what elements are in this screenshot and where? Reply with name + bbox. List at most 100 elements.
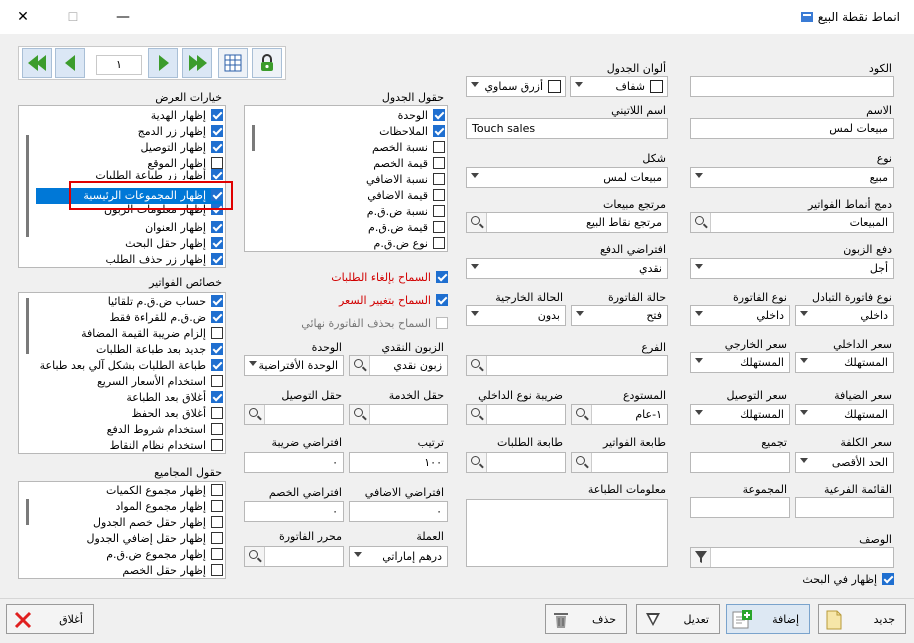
int-price-select[interactable]: المستهلك: [795, 352, 894, 373]
scrollbar[interactable]: [246, 107, 262, 250]
list-item[interactable]: إلزام ضريبة القيمة المضافة: [81, 326, 223, 342]
ext-state-select[interactable]: بدون: [466, 305, 566, 326]
type-select[interactable]: مبيع: [690, 167, 894, 188]
cash-customer-lookup[interactable]: زبون نقدي: [349, 355, 448, 376]
shape-select[interactable]: مبيعات لمس: [466, 167, 668, 188]
change-price-checkbox[interactable]: [436, 294, 448, 306]
warehouse-lookup[interactable]: ١-عام: [571, 404, 668, 425]
page-number[interactable]: ١: [96, 55, 142, 75]
delete-final-checkbox[interactable]: [436, 317, 448, 329]
restore-icon[interactable]: ☐: [62, 6, 84, 28]
grid-view-button[interactable]: [218, 48, 248, 78]
print-info-textarea[interactable]: [466, 499, 668, 567]
cancel-orders-checkbox[interactable]: [436, 271, 448, 283]
new-button[interactable]: جديد: [818, 604, 906, 634]
list-item[interactable]: نسبة ض.ق.م: [367, 204, 445, 220]
merge-lookup[interactable]: المبيعات: [690, 212, 894, 233]
list-item[interactable]: ض.ق.م للقراءة فقط: [109, 310, 223, 326]
edit-button[interactable]: تعديل: [636, 604, 720, 634]
list-item[interactable]: إظهار مجموع المواد: [115, 499, 223, 515]
order-printer-lookup[interactable]: [466, 452, 566, 473]
list-item[interactable]: إظهار حقل إضافي الجدول: [87, 531, 223, 547]
currency-select[interactable]: درهم إماراتي: [349, 546, 448, 567]
inv-printer-lookup[interactable]: [571, 452, 668, 473]
inv-state-select[interactable]: فتح: [571, 305, 668, 326]
close-button[interactable]: أغلاق: [6, 604, 94, 634]
delete-button[interactable]: حذف: [545, 604, 627, 634]
search-icon: [471, 216, 480, 225]
def-discount-input[interactable]: ٠: [244, 501, 344, 522]
def-tax-input[interactable]: ٠: [244, 452, 344, 473]
list-item[interactable]: قيمة الخصم: [373, 156, 445, 172]
desc-input[interactable]: [690, 547, 894, 568]
next-record-button[interactable]: [148, 48, 178, 78]
list-item[interactable]: استخدام الأسعار السريع: [97, 374, 223, 390]
close-icon[interactable]: ✕: [12, 6, 34, 28]
sales-ref-lookup[interactable]: مرتجع نقاط البيع: [466, 212, 668, 233]
color1-select[interactable]: شفاف: [570, 76, 668, 97]
delivery-field-lookup[interactable]: [244, 404, 344, 425]
list-item[interactable]: طباعة الطلبات بشكل آلي بعد طباعة الفاتور…: [37, 358, 223, 374]
scrollbar[interactable]: [20, 483, 36, 577]
delete-final-option[interactable]: السماح بحذف الفاتورة نهائي: [301, 317, 448, 330]
list-item[interactable]: إظهار التوصيل: [141, 140, 223, 156]
group-input[interactable]: [690, 452, 790, 473]
list-item[interactable]: قيمة الاضافي: [367, 188, 445, 204]
list-item[interactable]: نوع ض.ق.م: [374, 236, 445, 252]
lock-button[interactable]: [252, 48, 282, 78]
list-item[interactable]: إظهار حقل الخصم: [122, 563, 223, 579]
collection-input[interactable]: [690, 497, 790, 518]
code-input[interactable]: [690, 76, 894, 97]
deliv-price-select[interactable]: المستهلك: [690, 404, 790, 425]
def-extra-input[interactable]: ٠: [349, 501, 448, 522]
show-search-checkbox[interactable]: [882, 573, 894, 585]
show-search-option[interactable]: إظهار في البحث: [802, 573, 894, 586]
list-item[interactable]: الوحدة: [398, 108, 445, 124]
list-item[interactable]: أغلاق بعد الحفظ: [131, 406, 223, 422]
inv-type-select[interactable]: داخلي: [690, 305, 790, 326]
default-pay-select[interactable]: نقدي: [466, 258, 668, 279]
color2-select[interactable]: أزرق سماوي: [466, 76, 566, 97]
sub-list-input[interactable]: [795, 497, 894, 518]
list-item[interactable]: إظهار مجموع ض.ق.م: [106, 547, 223, 563]
last-record-button[interactable]: [182, 48, 212, 78]
minimize-icon[interactable]: —: [112, 6, 134, 28]
scrollbar[interactable]: [20, 107, 36, 266]
scrollbar[interactable]: [20, 294, 36, 452]
latin-input[interactable]: Touch sales: [466, 118, 668, 139]
list-item[interactable]: إظهار حقل البحث: [125, 236, 223, 252]
service-field-lookup[interactable]: [349, 404, 448, 425]
branch-lookup[interactable]: [466, 355, 668, 376]
list-item[interactable]: حساب ض.ق.م تلقائيا: [108, 294, 223, 310]
exch-inv-select[interactable]: داخلي: [795, 305, 894, 326]
list-item[interactable]: قيمة ض.ق.م: [368, 220, 445, 236]
change-price-option[interactable]: السماح بتغيير السعر: [339, 294, 448, 307]
hosp-price-select[interactable]: المستهلك: [795, 404, 894, 425]
pay-select[interactable]: أجل: [690, 258, 894, 279]
list-item[interactable]: نسبة الاضافي: [366, 172, 445, 188]
unit-select[interactable]: الوحدة الأفتراضية: [244, 355, 344, 376]
list-item[interactable]: إظهار الهدية: [151, 108, 223, 124]
list-item[interactable]: الملاحظات: [379, 124, 445, 140]
list-item[interactable]: إظهار زر الدمج: [138, 124, 223, 140]
list-item[interactable]: أغلاق بعد الطباعة: [126, 390, 223, 406]
cancel-orders-option[interactable]: السماح بإلغاء الطلبات: [331, 271, 448, 284]
first-record-button[interactable]: [22, 48, 52, 78]
order-input[interactable]: ١٠٠: [349, 452, 448, 473]
int-tax-lookup[interactable]: [466, 404, 566, 425]
list-item[interactable]: استخدام نظام النقاط: [110, 438, 223, 454]
inv-editor-lookup[interactable]: [244, 546, 344, 567]
cost-price-select[interactable]: الحد الأقصى: [795, 452, 894, 473]
list-item[interactable]: جديد بعد طباعة الطلبات: [96, 342, 223, 358]
list-item[interactable]: إظهار زر طباعة الطلبات: [95, 168, 223, 180]
ext-price-select[interactable]: المستهلك: [690, 352, 790, 373]
list-item[interactable]: استخدام شروط الدفع: [107, 422, 223, 438]
prev-record-button[interactable]: [55, 48, 85, 78]
list-item[interactable]: نسبة الخصم: [372, 140, 445, 156]
list-item[interactable]: إظهار زر حذف الطلب: [105, 252, 223, 268]
list-item[interactable]: إظهار العنوان: [145, 220, 223, 236]
add-button[interactable]: إضافة: [726, 604, 810, 634]
list-item[interactable]: إظهار مجموع الكميات: [106, 483, 223, 499]
list-item[interactable]: إظهار حقل خصم الجدول: [93, 515, 223, 531]
name-input[interactable]: مبيعات لمس: [690, 118, 894, 139]
